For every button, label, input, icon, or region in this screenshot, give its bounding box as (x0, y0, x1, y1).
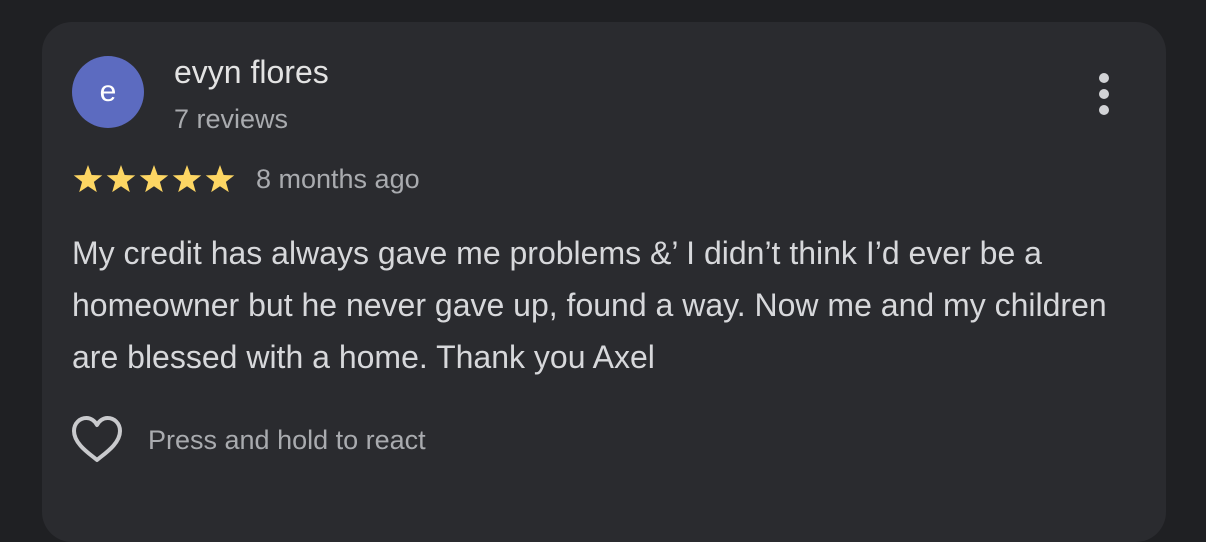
avatar[interactable]: e (72, 56, 144, 128)
review-card: e evyn flores 7 reviews 8 months ago My … (42, 22, 1166, 542)
star-icon (139, 165, 169, 193)
star-icon (73, 165, 103, 193)
star-rating (72, 163, 236, 195)
more-vertical-icon-dot (1099, 105, 1109, 115)
author-review-count[interactable]: 7 reviews (174, 102, 288, 136)
more-vertical-icon-dot (1099, 89, 1109, 99)
star-icon (106, 165, 136, 193)
heart-outline-icon[interactable] (70, 415, 124, 465)
more-options-button[interactable] (1082, 68, 1126, 120)
react-button[interactable]: Press and hold to react (70, 414, 426, 466)
star-icon (205, 165, 235, 193)
review-timestamp: 8 months ago (256, 164, 420, 194)
react-label: Press and hold to react (148, 425, 426, 455)
star-icon (172, 165, 202, 193)
rating-row: 8 months ago (72, 160, 420, 198)
more-vertical-icon-dot (1099, 73, 1109, 83)
author-name[interactable]: evyn flores (174, 52, 329, 92)
review-text: My credit has always gave me problems &’… (72, 235, 1107, 375)
